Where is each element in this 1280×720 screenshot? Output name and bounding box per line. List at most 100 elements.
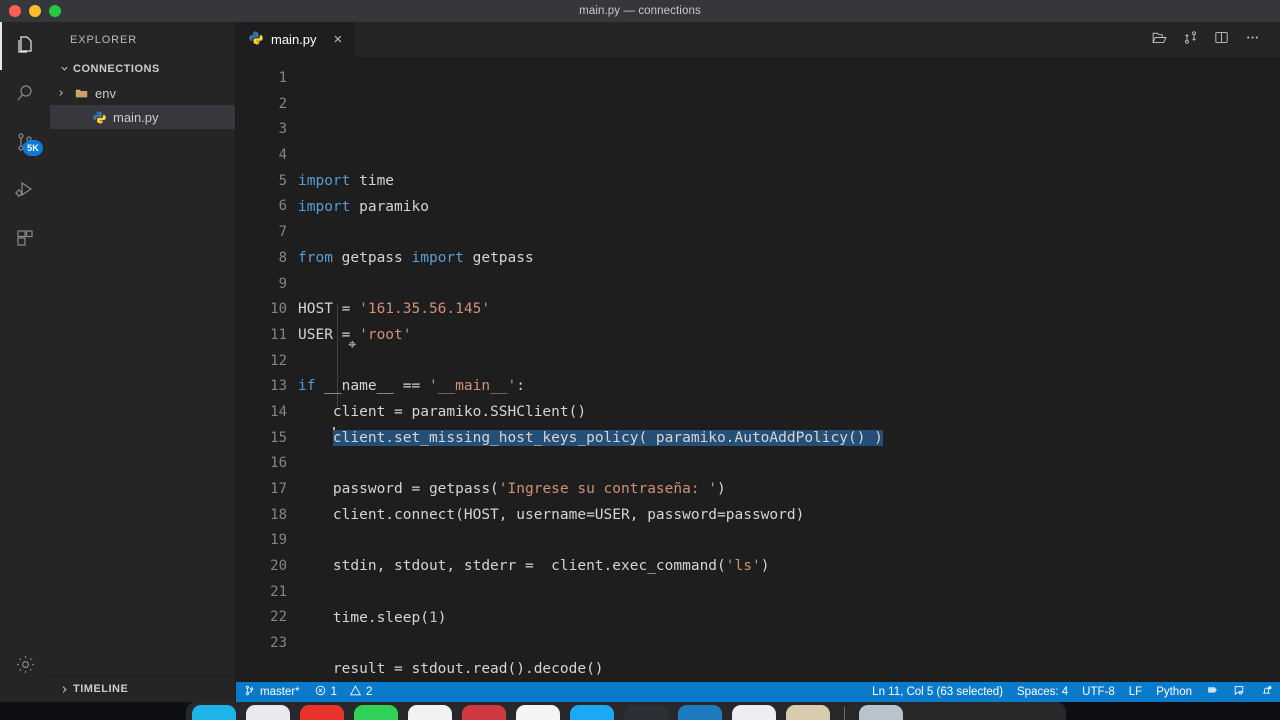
code-line[interactable]: from getpass import getpass [298, 246, 1280, 272]
open-folder-button[interactable] [1145, 26, 1173, 54]
editor-actions[interactable] [1145, 22, 1280, 57]
activity-bar[interactable]: 5K [0, 22, 50, 702]
code-line[interactable]: import time [298, 169, 1280, 195]
line-number: 21 [270, 583, 287, 600]
dock-icon-finder[interactable] [192, 705, 236, 720]
code-line[interactable] [298, 631, 1280, 657]
status-bar[interactable]: master* 1 2 Ln 11, Col 5 (63 selected) S… [236, 682, 1280, 702]
code-line[interactable]: HOST = '161.35.56.145' [298, 297, 1280, 323]
split-editor-icon [1213, 29, 1230, 51]
dock-icon-app-crimson[interactable] [462, 705, 506, 720]
dock-icon-app-red-gear[interactable] [300, 705, 344, 720]
feedback-icon [1233, 684, 1246, 700]
line-number: 15 [270, 429, 287, 446]
code-token: client.connect(HOST, username=USER, pass… [298, 506, 805, 523]
code-line[interactable] [298, 451, 1280, 477]
code-line[interactable]: client.set_missing_host_keys_policy( par… [298, 426, 1280, 452]
status-language-mode[interactable]: Python [1149, 682, 1199, 702]
status-encoding[interactable]: UTF-8 [1075, 682, 1122, 702]
code-line[interactable]: if __name__ == '__main__': [298, 374, 1280, 400]
status-live-share[interactable] [1199, 682, 1226, 702]
status-notifications[interactable] [1253, 682, 1280, 702]
python-file-icon [248, 30, 264, 49]
tab-main-py[interactable]: main.py × [236, 22, 356, 57]
explorer-sidebar: EXPLORER CONNECTIONS env main.py TIMELIN… [50, 22, 236, 702]
activity-bar-item-extensions[interactable] [0, 214, 50, 262]
code-line[interactable]: password = getpass('Ingrese su contraseñ… [298, 477, 1280, 503]
code-token: '__main__' [428, 378, 517, 395]
python-file-icon [90, 110, 108, 125]
dock-icon-trash[interactable] [859, 705, 903, 720]
warning-count: 2 [366, 686, 373, 698]
code-line[interactable]: import paramiko [298, 195, 1280, 221]
code-line[interactable]: result = stdout.read().decode() [298, 657, 1280, 682]
code-line[interactable] [298, 349, 1280, 375]
tree-item-label: env [95, 85, 116, 101]
more-actions-button[interactable] [1238, 26, 1266, 54]
activity-bar-item-run-and-debug[interactable] [0, 166, 50, 214]
status-eol[interactable]: LF [1122, 682, 1149, 702]
code-content[interactable]: ⌖ import time import paramiko from getpas… [298, 57, 1280, 682]
activity-bar-item-manage[interactable] [0, 640, 50, 688]
selected-text[interactable]: client.set_missing_host_keys_policy( par… [332, 429, 883, 446]
code-line[interactable] [298, 528, 1280, 554]
macos-dock[interactable] [0, 702, 1280, 720]
dock-icon-app-terminal[interactable] [786, 705, 830, 720]
dock-icon-launchpad[interactable] [246, 705, 290, 720]
dock-icon-app-white[interactable] [408, 705, 452, 720]
line-number: 20 [270, 558, 287, 575]
code-line[interactable] [298, 272, 1280, 298]
tree-item-env[interactable]: env [50, 81, 235, 105]
timeline-section[interactable]: TIMELINE [50, 675, 235, 702]
status-branch[interactable]: master* [236, 682, 307, 702]
line-number: 16 [270, 455, 287, 472]
code-editor[interactable]: 1 2 3 4 5 6 7 8 9 10 11 12 13 14 15 16 17 18 19 20 21 22 23 ⌖ … [236, 57, 1280, 682]
file-tree[interactable]: env main.py [50, 80, 235, 675]
dock-icon-app-green[interactable] [354, 705, 398, 720]
sidebar-section-connections[interactable]: CONNECTIONS [50, 57, 235, 80]
close-icon[interactable]: × [334, 32, 343, 47]
status-indentation[interactable]: Spaces: 4 [1010, 682, 1075, 702]
dock-icon-app-dark[interactable] [624, 705, 668, 720]
status-feedback[interactable] [1226, 682, 1253, 702]
code-line[interactable]: client = paramiko.SSHClient() [298, 400, 1280, 426]
code-line[interactable] [298, 580, 1280, 606]
sidebar-section-label: CONNECTIONS [73, 62, 160, 75]
code-line[interactable] [298, 220, 1280, 246]
status-problems[interactable]: 1 2 [307, 682, 380, 702]
close-window-button[interactable] [9, 5, 21, 17]
activity-bar-item-search[interactable] [0, 70, 50, 118]
activity-bar-item-source-control[interactable]: 5K [0, 118, 50, 166]
code-token: ) [717, 481, 726, 498]
line-number: 5 [278, 172, 287, 189]
dock-icon-app-teal[interactable] [678, 705, 722, 720]
code-line[interactable]: time.sleep(1) [298, 606, 1280, 632]
compare-changes-button[interactable] [1176, 26, 1204, 54]
code-token: __name__ == [315, 378, 429, 395]
status-cursor-position[interactable]: Ln 11, Col 5 (63 selected) [865, 682, 1010, 702]
tabs[interactable]: main.py × [236, 22, 356, 57]
code-token: 'ls' [725, 558, 761, 575]
code-token: time.sleep( [298, 609, 429, 626]
dock-icon-app-blue[interactable] [570, 705, 614, 720]
dock-icon-app-cloud[interactable] [732, 705, 776, 720]
window-title: main.py — connections [579, 5, 701, 17]
zoom-window-button[interactable] [49, 5, 61, 17]
dock-icon-app-white-2[interactable] [516, 705, 560, 720]
dock-tray[interactable] [186, 702, 1066, 720]
code-line[interactable]: client.connect(HOST, username=USER, pass… [298, 503, 1280, 529]
branch-name: master* [260, 686, 300, 698]
code-line[interactable]: USER = 'root' [298, 323, 1280, 349]
code-token: ) [437, 609, 447, 626]
split-editor-button[interactable] [1207, 26, 1235, 54]
activity-bar-item-explorer[interactable] [0, 22, 50, 70]
tree-item-main-py[interactable]: main.py [50, 105, 235, 129]
chevron-right-icon[interactable] [50, 88, 72, 98]
line-number: 22 [270, 609, 287, 626]
timeline-label: TIMELINE [73, 683, 129, 695]
minimize-window-button[interactable] [29, 5, 41, 17]
code-line[interactable]: stdin, stdout, stderr = client.exec_comm… [298, 554, 1280, 580]
code-token: paramiko [350, 198, 429, 215]
traffic-lights[interactable] [0, 5, 61, 17]
